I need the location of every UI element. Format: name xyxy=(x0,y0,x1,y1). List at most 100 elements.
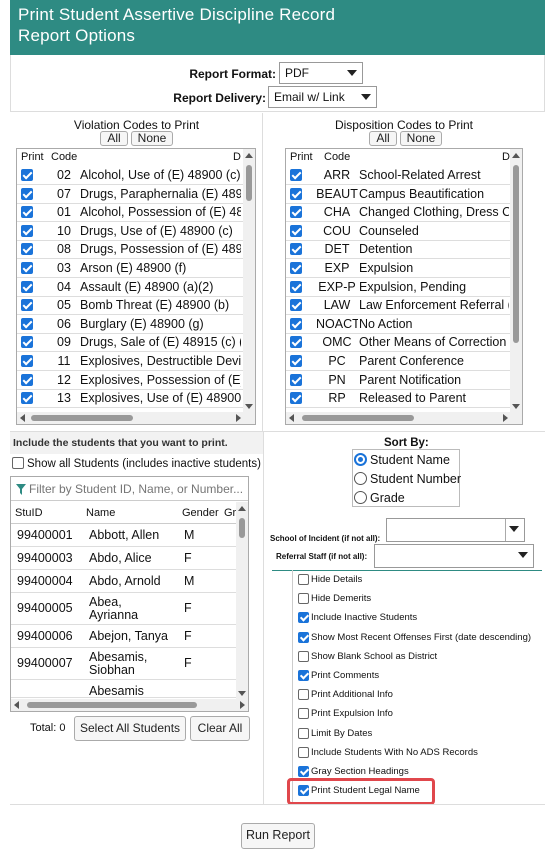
report-format-select[interactable]: PDF xyxy=(279,62,363,84)
print-checkbox[interactable] xyxy=(21,317,33,330)
sort-option-student-number[interactable]: Student Number xyxy=(354,471,461,488)
option-checkbox[interactable] xyxy=(298,612,309,624)
vertical-scrollbar[interactable] xyxy=(243,149,255,412)
table-row[interactable]: PC Parent Conference xyxy=(286,352,510,371)
table-row[interactable]: 05 Bomb Threat (E) 48900 (b) xyxy=(17,296,243,316)
table-row[interactable]: 02 Alcohol, Use of (E) 48900 (c) xyxy=(17,166,243,185)
radio-button[interactable] xyxy=(354,472,367,485)
table-row[interactable]: 11 Explosives, Destructible Devic xyxy=(17,352,243,371)
table-row[interactable]: ARR School-Related Arrest xyxy=(286,166,510,185)
print-checkbox[interactable] xyxy=(290,317,302,330)
print-checkbox[interactable] xyxy=(21,187,33,200)
report-delivery-select[interactable]: Email w/ Link xyxy=(268,86,377,108)
table-row[interactable]: 99400003 Abdo, Alice F xyxy=(11,547,236,570)
table-row[interactable]: 10 Drugs, Use of (E) 48900 (c) xyxy=(17,222,243,241)
print-checkbox[interactable] xyxy=(290,224,302,237)
print-checkbox[interactable] xyxy=(290,169,302,181)
table-row[interactable]: 99400007 Abesamis, Siobhan F xyxy=(11,648,236,680)
radio-button[interactable] xyxy=(354,453,367,466)
table-row[interactable]: RP Released to Parent xyxy=(286,389,510,409)
print-checkbox[interactable] xyxy=(21,355,33,367)
option-hide-details[interactable]: Hide Details xyxy=(298,574,538,587)
option-checkbox[interactable] xyxy=(298,727,309,739)
vertical-scrollbar[interactable] xyxy=(236,502,248,699)
table-row[interactable]: 99400005 Abea, Ayrianna F xyxy=(11,593,236,625)
print-checkbox[interactable] xyxy=(21,262,33,274)
print-checkbox[interactable] xyxy=(21,206,33,219)
violations-all-button[interactable]: All xyxy=(100,131,128,146)
select-all-students-button[interactable]: Select All Students xyxy=(74,716,186,741)
sort-option-student-name[interactable]: Student Name xyxy=(354,452,458,469)
table-row[interactable]: 06 Burglary (E) 48900 (g) xyxy=(17,315,243,334)
option-checkbox[interactable] xyxy=(298,766,309,777)
vertical-scrollbar[interactable] xyxy=(510,149,522,412)
print-checkbox[interactable] xyxy=(21,299,33,312)
student-filter-input[interactable] xyxy=(29,480,247,498)
table-row[interactable]: 13 Explosives, Use of (E) 48900 ( xyxy=(17,389,243,409)
print-checkbox[interactable] xyxy=(21,280,33,293)
print-checkbox[interactable] xyxy=(290,373,302,386)
table-row[interactable]: 09 Drugs, Sale of (E) 48915 (c) (3 xyxy=(17,333,243,353)
run-report-button[interactable]: Run Report xyxy=(241,823,315,849)
table-row[interactable]: 08 Drugs, Possession of (E) 4891 xyxy=(17,240,243,260)
table-row[interactable]: PN Parent Notification xyxy=(286,371,510,390)
dispositions-all-button[interactable]: All xyxy=(369,131,397,146)
print-checkbox[interactable] xyxy=(290,243,302,256)
horizontal-scrollbar[interactable] xyxy=(17,412,255,424)
print-checkbox[interactable] xyxy=(21,392,33,405)
table-row[interactable]: 01 Alcohol, Possession of (E) 489 xyxy=(17,203,243,223)
table-row[interactable]: CHA Changed Clothing, Dress Co xyxy=(286,203,510,223)
table-row[interactable]: EXP-P Expulsion, Pending xyxy=(286,278,510,297)
option-include-inactive-students[interactable]: Include Inactive Students xyxy=(298,612,538,625)
option-include-students-with-no-ads-records[interactable]: Include Students With No ADS Records xyxy=(298,746,538,760)
table-row[interactable]: 07 Drugs, Paraphernalia (E) 489 xyxy=(17,185,243,204)
school-of-incident-select[interactable] xyxy=(386,518,525,542)
dispositions-none-button[interactable]: None xyxy=(400,131,442,146)
print-checkbox[interactable] xyxy=(21,243,33,256)
clear-all-button[interactable]: Clear All xyxy=(190,716,250,741)
print-checkbox[interactable] xyxy=(21,336,33,349)
table-row[interactable]: COU Counseled xyxy=(286,222,510,241)
table-row[interactable]: DET Detention xyxy=(286,240,510,260)
option-hide-demerits[interactable]: Hide Demerits xyxy=(298,593,538,606)
print-checkbox[interactable] xyxy=(290,262,302,274)
print-checkbox[interactable] xyxy=(21,169,33,181)
print-checkbox[interactable] xyxy=(290,206,302,219)
option-print-comments[interactable]: Print Comments xyxy=(298,670,538,683)
option-checkbox[interactable] xyxy=(298,670,309,681)
table-row[interactable]: Abesamis xyxy=(11,680,236,698)
option-print-additional-info[interactable]: Print Additional Info xyxy=(298,689,538,702)
table-row[interactable]: 99400006 Abejon, Tanya F xyxy=(11,625,236,648)
horizontal-scrollbar[interactable] xyxy=(11,699,248,711)
print-checkbox[interactable] xyxy=(290,355,302,367)
option-show-most-recent-offenses-first-date-descending[interactable]: Show Most Recent Offenses First (date de… xyxy=(298,631,538,645)
option-checkbox[interactable] xyxy=(298,708,309,720)
option-checkbox[interactable] xyxy=(298,689,309,701)
option-limit-by-dates[interactable]: Limit By Dates xyxy=(298,727,538,741)
print-checkbox[interactable] xyxy=(290,187,302,200)
option-checkbox[interactable] xyxy=(298,593,309,605)
option-show-blank-school-as-district[interactable]: Show Blank School as District xyxy=(298,650,538,664)
print-checkbox[interactable] xyxy=(21,373,33,386)
table-row[interactable]: 03 Arson (E) 48900 (f) xyxy=(17,259,243,278)
print-checkbox[interactable] xyxy=(290,280,302,293)
option-print-expulsion-info[interactable]: Print Expulsion Info xyxy=(298,708,538,721)
option-checkbox[interactable] xyxy=(298,746,309,758)
table-row[interactable]: OMC Other Means of Correction xyxy=(286,333,510,353)
table-row[interactable]: 99400004 Abdo, Arnold M xyxy=(11,570,236,593)
option-checkbox[interactable] xyxy=(298,631,309,643)
sort-option-grade[interactable]: Grade xyxy=(354,490,458,507)
violations-none-button[interactable]: None xyxy=(131,131,173,146)
print-checkbox[interactable] xyxy=(290,392,302,405)
show-all-students-checkbox[interactable] xyxy=(12,457,24,469)
referral-staff-select[interactable] xyxy=(374,544,534,568)
option-checkbox[interactable] xyxy=(298,650,309,662)
table-row[interactable]: BEAUT Campus Beautification xyxy=(286,185,510,204)
table-row[interactable]: NOACT No Action xyxy=(286,315,510,334)
horizontal-scrollbar[interactable] xyxy=(286,412,522,424)
table-row[interactable]: 99400001 Abbott, Allen M xyxy=(11,524,236,547)
print-checkbox[interactable] xyxy=(21,224,33,237)
print-checkbox[interactable] xyxy=(290,336,302,349)
print-checkbox[interactable] xyxy=(290,299,302,312)
radio-button[interactable] xyxy=(354,491,367,504)
